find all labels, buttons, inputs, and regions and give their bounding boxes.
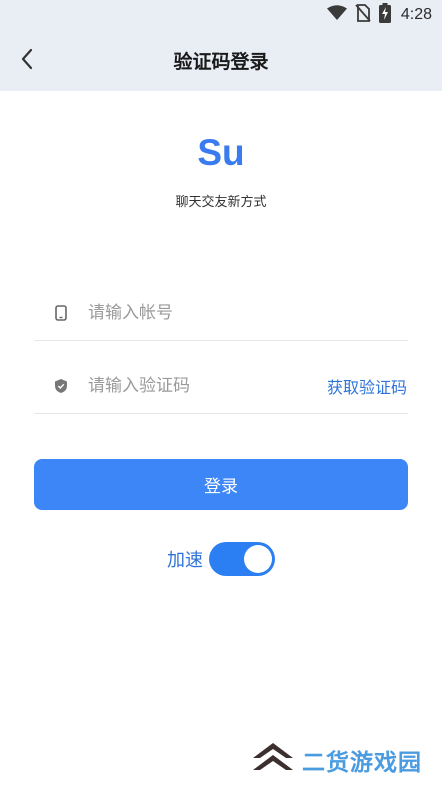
toggle-knob xyxy=(244,545,272,573)
speed-toggle[interactable] xyxy=(209,542,275,576)
status-icons: 4:28 xyxy=(326,3,432,27)
app-logo: Su xyxy=(197,132,245,173)
header-area: 4:28 验证码登录 xyxy=(0,0,442,91)
watermark-text: 二货游戏园 xyxy=(302,750,422,776)
phone-icon xyxy=(52,304,70,322)
get-code-button[interactable]: 获取验证码 xyxy=(327,374,407,398)
chevron-stack-logo xyxy=(250,740,296,780)
page-title: 验证码登录 xyxy=(173,51,269,73)
shield-icon xyxy=(52,377,70,395)
no-sim-icon xyxy=(355,4,371,26)
speed-label: 加速 xyxy=(167,550,203,571)
battery-charging-icon xyxy=(378,3,391,27)
wifi-icon xyxy=(326,5,347,25)
nav-bar: 验证码登录 xyxy=(0,30,442,91)
code-field: 获取验证码 xyxy=(34,363,408,414)
watermark: 二货游戏园 xyxy=(250,740,422,780)
account-field xyxy=(34,290,408,341)
speed-row: 加速 xyxy=(0,541,442,577)
account-input[interactable] xyxy=(88,298,308,328)
status-bar: 4:28 xyxy=(0,0,442,30)
code-input[interactable] xyxy=(88,371,308,401)
app-slogan: 聊天交友新方式 xyxy=(175,195,267,210)
login-button[interactable]: 登录 xyxy=(34,459,408,510)
status-time: 4:28 xyxy=(400,6,432,23)
